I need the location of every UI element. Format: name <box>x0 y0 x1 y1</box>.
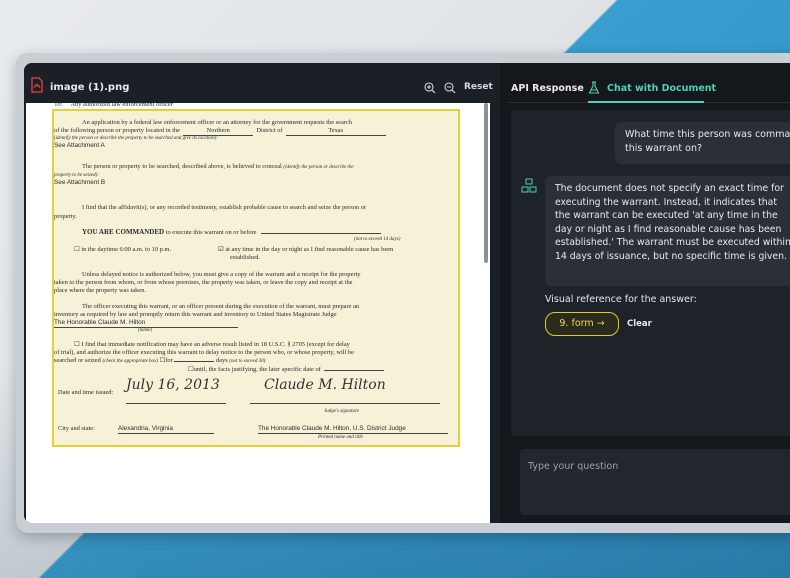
city-label: City and state: <box>58 425 95 432</box>
notice-line-3: place where the property was taken. <box>54 287 146 294</box>
zoom-in-icon[interactable] <box>424 82 436 94</box>
document-viewer[interactable]: To: Any authorized law enforcement offic… <box>26 101 490 523</box>
commanded-label: YOU ARE COMMANDED <box>82 228 165 236</box>
delay-text-1: I find that immediate notification may h… <box>81 341 350 348</box>
to-label: To: <box>54 101 63 108</box>
bot-message: The document does not specify an exact t… <box>545 176 790 286</box>
not-exceed-30: (not to exceed 30). <box>229 359 267 364</box>
not-exceed-14: (not to exceed 14 days) <box>354 237 401 242</box>
location-prefix: of the following person or property loca… <box>54 127 181 134</box>
delay-line-1: ☐ I find that immediate notification may… <box>74 341 350 349</box>
affidavit-line: I find that the affidavit(s), or any rec… <box>82 204 367 211</box>
for-label: for <box>165 357 173 364</box>
delay-line-3: searched or seized (check the appropriat… <box>54 357 267 366</box>
pdf-file-icon <box>31 77 43 93</box>
checkbox-empty-icon: ☐ <box>74 246 80 253</box>
established-text: established. <box>230 254 260 261</box>
date-time-label: Date and time issued: <box>58 389 114 396</box>
daytime-option: ☐ in the daytime 6:00 a.m. to 10 p.m. <box>74 246 171 254</box>
days-label: days <box>215 357 228 364</box>
app-inner: image (1).png Reset To: Any authorized l… <box>24 63 790 523</box>
printed-name-wrap: The Honorable Claude M. Hilton, U.S. Dis… <box>258 425 448 434</box>
chat-area: What time this person was comman this wa… <box>511 110 790 436</box>
warrant-to-line: To: Any authorized law enforcement offic… <box>54 101 173 108</box>
daytime-text: in the daytime 6:00 a.m. to 10 p.m. <box>81 246 171 253</box>
app-window: image (1).png Reset To: Any authorized l… <box>16 53 790 533</box>
file-title: image (1).png <box>50 82 130 93</box>
question-input[interactable]: Type your question <box>520 449 790 515</box>
clear-button[interactable]: Clear <box>627 319 652 329</box>
user-message-line-1: What time this person was comman <box>625 129 790 140</box>
officer-line-2: inventory as required by law and promptl… <box>54 311 337 318</box>
checkbox-checked-icon: ☑ <box>218 246 224 253</box>
flask-icon <box>588 81 600 94</box>
user-message-line-2: this warrant on? <box>625 143 703 154</box>
printed-name: The Honorable Claude M. Hilton, U.S. Dis… <box>258 425 448 434</box>
name-label: (name) <box>138 328 153 333</box>
district-of: District of <box>256 127 283 134</box>
chat-panel: API Response Chat with Document What tim… <box>508 63 790 523</box>
reset-button[interactable]: Reset <box>464 82 493 92</box>
judge-signature-label: Judge's signature <box>324 409 359 414</box>
signature-underline <box>250 399 440 407</box>
officer-line-1: The officer executing this warrant, or a… <box>82 303 360 310</box>
anytime-text: at any time in the day or night as I fin… <box>225 246 394 253</box>
to-text: Any authorized law enforcement officer <box>70 101 173 108</box>
notice-line-2: taken to the person from whom, or from w… <box>54 279 353 286</box>
anytime-option: ☑ at any time in the day or night as I f… <box>218 246 393 254</box>
printed-name-label: Printed name and title <box>318 435 363 440</box>
date-handwritten: July 16, 2013 <box>126 377 220 393</box>
signature-line <box>250 403 440 404</box>
property-word: property. <box>54 213 77 220</box>
bot-cubes-icon <box>521 178 537 193</box>
attachment-a: See Attachment A <box>54 142 105 149</box>
seized-hint: (identify the person or describe the <box>283 165 354 170</box>
seized-text: The person or property to be searched, d… <box>82 163 282 170</box>
application-line: An application by a federal law enforcem… <box>82 119 352 126</box>
attachment-b: See Attachment B <box>54 179 106 186</box>
judge-signature: Claude M. Hilton <box>264 377 386 393</box>
notice-line-1: Unless delayed notice is authorized belo… <box>82 271 361 278</box>
commanded-rest: to execute this warrant on or before <box>165 229 257 236</box>
checkbox-empty-icon: ☐ <box>74 341 80 348</box>
zoom-out-icon[interactable] <box>444 82 456 94</box>
check-box-hint: (check the appropriate box) <box>102 359 158 364</box>
city-value-wrap: Alexandria, Virginia <box>118 425 214 434</box>
document-panel: image (1).png Reset To: Any authorized l… <box>24 63 500 523</box>
deadline-blank <box>261 233 382 234</box>
until-text: until, the facts justifying, the later s… <box>193 366 321 373</box>
delay-line-2: of trial), and authorize the officer exe… <box>54 349 354 356</box>
tab-chat-with-document[interactable]: Chat with Document <box>607 83 716 94</box>
user-message: What time this person was comman this wa… <box>615 122 790 164</box>
date-line <box>126 403 226 404</box>
until-line: ☐until, the facts justifying, the later … <box>188 366 384 374</box>
seized-line: The person or property to be searched, d… <box>82 163 354 172</box>
date-underline <box>126 399 226 407</box>
reference-form-button[interactable]: 9. form → <box>545 312 619 336</box>
document-scrollbar[interactable] <box>484 103 488 263</box>
delay-text-3: searched or seized <box>54 357 101 364</box>
days-blank <box>174 361 215 362</box>
visual-reference-label: Visual reference for the answer: <box>545 294 697 305</box>
commanded-line: YOU ARE COMMANDED to execute this warran… <box>82 228 382 237</box>
active-tab-indicator <box>588 101 704 103</box>
highlighted-form-region: An application by a federal law enforcem… <box>52 109 460 447</box>
tab-bar: API Response Chat with Document <box>508 63 790 103</box>
city-value: Alexandria, Virginia <box>118 425 214 434</box>
tab-api-response[interactable]: API Response <box>511 83 584 94</box>
until-blank <box>324 370 384 371</box>
document-header: image (1).png Reset <box>24 63 500 103</box>
state-value: Texas <box>285 127 386 136</box>
